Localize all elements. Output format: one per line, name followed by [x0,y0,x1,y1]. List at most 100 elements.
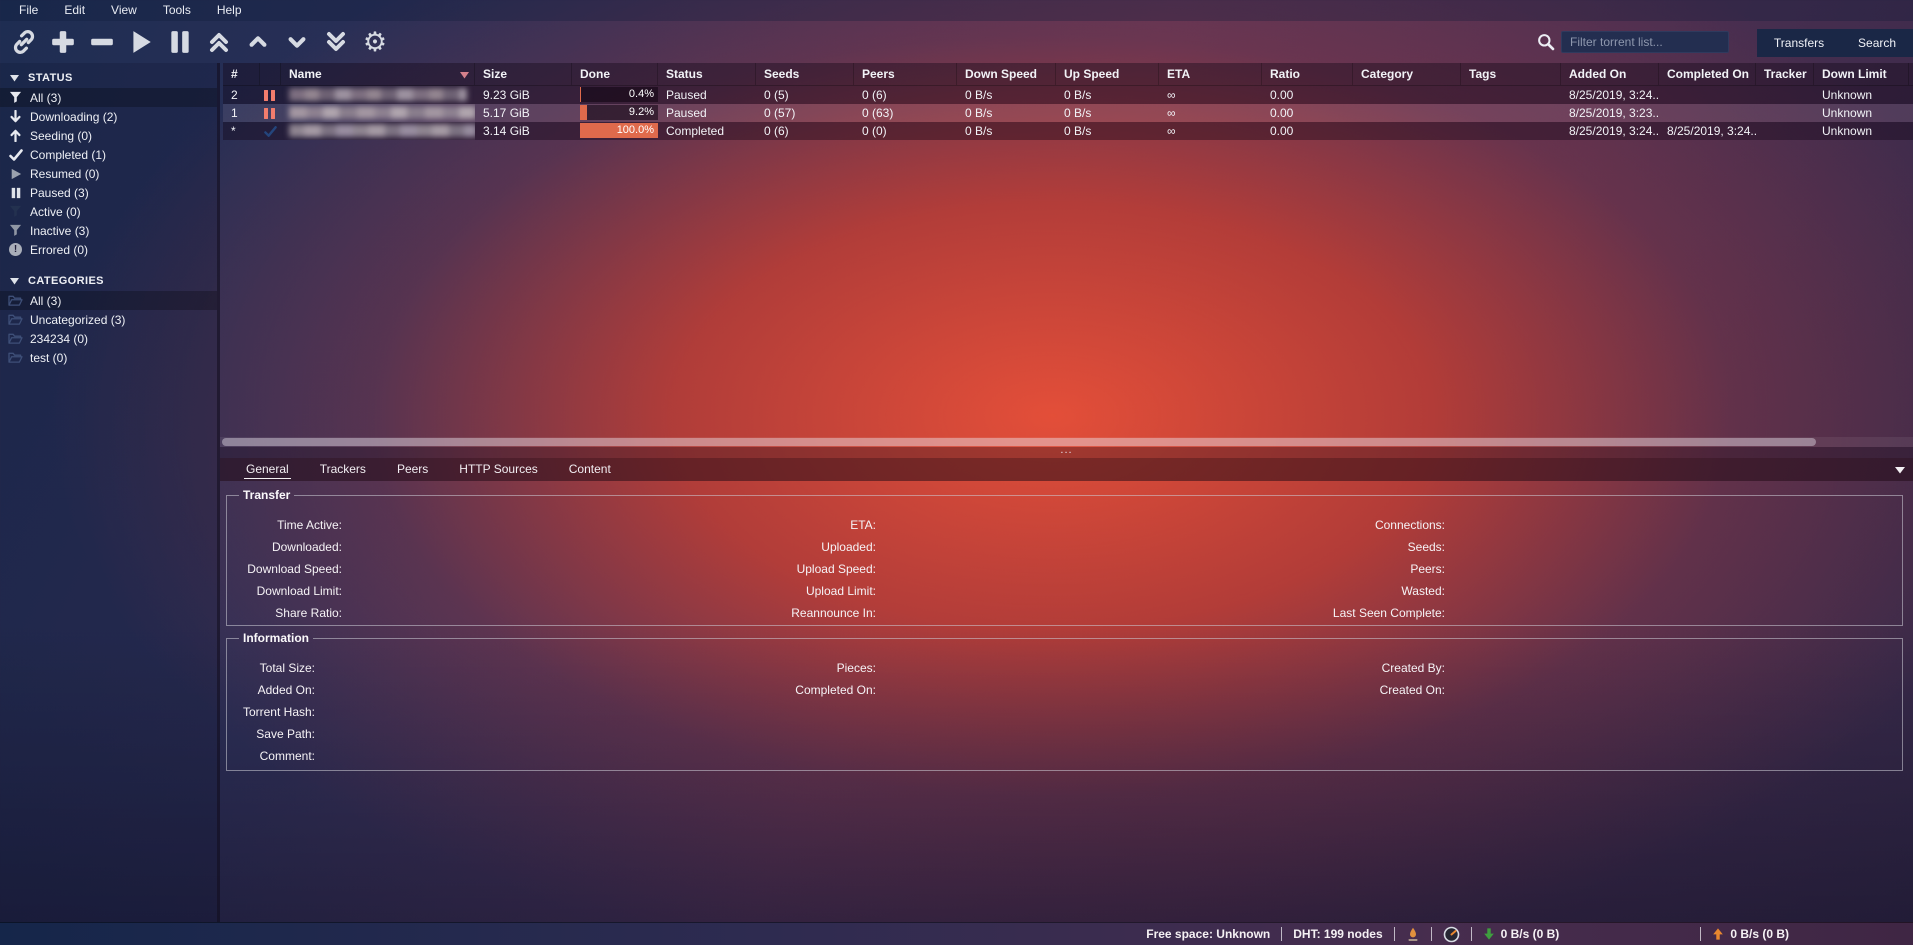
error-icon: ! [8,242,23,257]
sidebar-item-all[interactable]: All (3) [0,88,217,107]
col-completed-on[interactable]: Completed On [1659,63,1756,85]
col-done[interactable]: Done [572,63,658,85]
arrow-up-icon [8,128,23,143]
label-save-path: Save Path: [227,723,315,745]
sidebar: STATUS All (3) Downloading (2) Seeding (… [0,63,220,922]
col-category[interactable]: Category [1353,63,1461,85]
pause-icon[interactable] [165,27,195,57]
table-row[interactable]: 2 9.23 GiB 0.4% Paused 0 (5) 0 (6) 0 B/s… [223,86,1913,104]
sidebar-category-test[interactable]: test (0) [0,348,217,367]
sidebar-item-seeding[interactable]: Seeding (0) [0,126,217,145]
tab-peers[interactable]: Peers [395,458,430,481]
pane-splitter[interactable]: ... [220,447,1913,458]
speed-gauge-icon[interactable] [1443,926,1460,943]
label-upload-limit: Upload Limit: [627,580,876,602]
tab-overflow-icon[interactable] [1895,466,1905,474]
paused-state-icon [264,90,275,101]
tab-trackers[interactable]: Trackers [318,458,368,481]
resume-icon[interactable] [126,27,156,57]
remove-icon[interactable] [87,27,117,57]
torrent-filter-input[interactable] [1561,31,1729,53]
progress-bar: 9.2% [580,105,658,120]
sidebar-item-active[interactable]: Active (0) [0,202,217,221]
sidebar-category-all[interactable]: All (3) [0,291,217,310]
col-num[interactable]: # [223,63,260,85]
status-bar: Free space: Unknown DHT: 199 nodes 0 B/s… [0,922,1913,945]
categories-section-header[interactable]: CATEGORIES [0,271,217,291]
label-total-size: Total Size: [227,657,315,679]
scrollbar-thumb[interactable] [222,438,1816,446]
sidebar-item-inactive[interactable]: Inactive (3) [0,221,217,240]
completed-check-icon [264,125,277,138]
folder-icon [8,312,23,327]
tab-search[interactable]: Search [1852,29,1902,57]
col-down-limit[interactable]: Down Limit [1814,63,1909,85]
col-tracker[interactable]: Tracker [1756,63,1814,85]
table-row[interactable]: 1 5.17 GiB 9.2% Paused 0 (57) 0 (63) 0 B… [223,104,1913,122]
col-ratio[interactable]: Ratio [1262,63,1353,85]
table-row[interactable]: * 3.14 GiB 100.0% Completed 0 (6) 0 (0) … [223,122,1913,140]
sidebar-item-resumed[interactable]: Resumed (0) [0,164,217,183]
menu-file[interactable]: File [6,0,51,21]
redacted-torrent-name [289,106,475,119]
menu-help[interactable]: Help [204,0,255,21]
sidebar-category-234234[interactable]: 234234 (0) [0,329,217,348]
move-top-icon[interactable] [204,27,234,57]
move-bottom-icon[interactable] [321,27,351,57]
col-eta[interactable]: ETA [1159,63,1262,85]
tab-http-sources[interactable]: HTTP Sources [457,458,539,481]
menu-tools[interactable]: Tools [150,0,204,21]
col-peers[interactable]: Peers [854,63,957,85]
col-status[interactable]: Status [658,63,756,85]
label-downloaded: Downloaded: [227,536,342,558]
col-size[interactable]: Size [475,63,572,85]
col-seeds[interactable]: Seeds [756,63,854,85]
menu-view[interactable]: View [98,0,150,21]
filter-icon [8,90,23,105]
sidebar-item-errored[interactable]: ! Errored (0) [0,240,217,259]
label-wasted: Wasted: [1127,580,1445,602]
sidebar-category-uncategorized[interactable]: Uncategorized (3) [0,310,217,329]
move-up-icon[interactable] [243,27,273,57]
col-up-speed[interactable]: Up Speed [1056,63,1159,85]
menu-edit[interactable]: Edit [51,0,98,21]
toolbar: ⚙ Transfers Search [0,21,1913,63]
sidebar-item-downloading[interactable]: Downloading (2) [0,107,217,126]
col-added-on[interactable]: Added On [1561,63,1659,85]
folder-icon [8,331,23,346]
sidebar-item-completed[interactable]: Completed (1) [0,145,217,164]
connection-icon[interactable] [1406,927,1420,942]
col-state[interactable] [260,63,281,85]
tab-content[interactable]: Content [567,458,613,481]
search-area [1537,31,1729,53]
label-upload-speed: Upload Speed: [627,558,876,580]
label-created-by: Created By: [1127,657,1445,679]
label-created-on: Created On: [1127,679,1445,701]
label-comment: Comment: [227,745,315,767]
pause-icon [8,185,23,200]
detail-tabbar: General Trackers Peers HTTP Sources Cont… [220,458,1913,481]
col-tags[interactable]: Tags [1461,63,1561,85]
tab-transfers[interactable]: Transfers [1768,29,1830,57]
col-name[interactable]: Name [281,63,475,85]
link-icon[interactable] [9,27,39,57]
folder-icon [8,350,23,365]
filter-dark-icon [8,204,23,219]
label-connections: Connections: [1127,514,1445,536]
label-download-limit: Download Limit: [227,580,342,602]
upload-arrow-icon [1712,927,1724,941]
torrent-table: # Name Size Done Status Seeds Peers Down… [223,63,1913,140]
label-seeds: Seeds: [1127,536,1445,558]
folder-icon [8,293,23,308]
gear-icon[interactable]: ⚙ [360,27,390,57]
status-section-header[interactable]: STATUS [0,68,217,88]
label-added-on: Added On: [227,679,315,701]
label-eta: ETA: [627,514,876,536]
move-down-icon[interactable] [282,27,312,57]
col-down-speed[interactable]: Down Speed [957,63,1056,85]
label-pieces: Pieces: [627,657,876,679]
sidebar-item-paused[interactable]: Paused (3) [0,183,217,202]
add-icon[interactable] [48,27,78,57]
filter-gray-icon [8,223,23,238]
tab-general[interactable]: General [244,458,291,481]
